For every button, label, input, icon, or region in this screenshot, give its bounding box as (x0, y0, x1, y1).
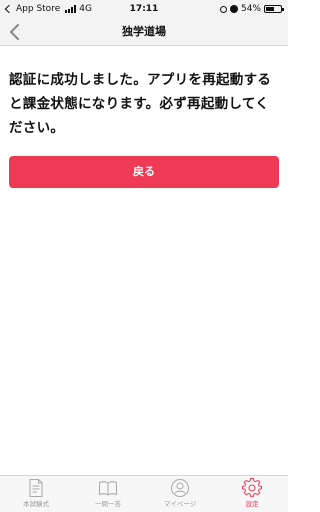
tab-bar: 本試験式 一問一答 マイページ 設定 (0, 475, 288, 512)
success-message: 認証に成功しました。アプリを再起動すると課金状態になります。必ず再起動してくださ… (9, 72, 272, 136)
tab-exam-label: 本試験式 (23, 500, 49, 508)
tab-quiz[interactable]: 一問一答 (72, 476, 144, 512)
nav-bar: 独学道場 (0, 18, 288, 46)
tab-exam[interactable]: 本試験式 (0, 476, 72, 512)
alarm-icon (229, 5, 238, 13)
user-icon (171, 479, 189, 497)
tab-settings[interactable]: 設定 (216, 476, 288, 512)
status-bar: App Store 4G 17:11 54% (0, 0, 288, 18)
gear-icon (242, 478, 262, 497)
orientation-lock-icon (219, 5, 227, 13)
status-right: 54% (219, 0, 284, 18)
battery-level (266, 7, 274, 11)
page-title: 独学道場 (122, 25, 166, 38)
tab-quiz-label: 一問一答 (95, 500, 121, 508)
tab-mypage-label: マイページ (163, 500, 197, 508)
tab-mypage[interactable]: マイページ (144, 476, 216, 512)
back-button[interactable]: 戻る (9, 156, 279, 188)
main-content: 認証に成功しました。アプリを再起動すると課金状態になります。必ず再起動してくださ… (0, 46, 288, 475)
battery-icon (264, 5, 284, 13)
battery-percent: 54% (240, 4, 261, 14)
tab-settings-label: 設定 (245, 500, 259, 508)
open-book-icon (99, 481, 117, 496)
exam-sheet-icon (29, 479, 43, 497)
